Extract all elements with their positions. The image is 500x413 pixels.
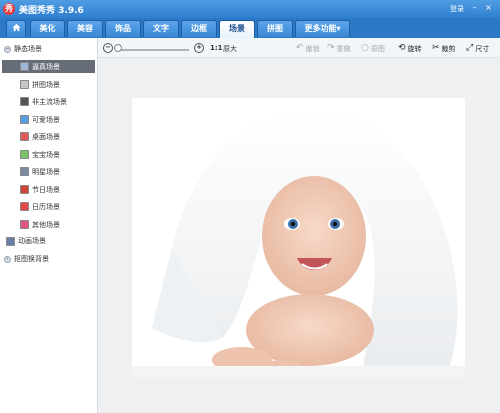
- sidebar-item-festival[interactable]: 节日场景: [20, 183, 96, 196]
- undo-label: 撤销: [305, 44, 320, 53]
- rotate-icon: ⟲: [398, 43, 406, 53]
- sidebar-item-label: 日历场景: [32, 202, 60, 211]
- redo-button[interactable]: ↷ 重做: [327, 43, 351, 54]
- undo-button[interactable]: ↶ 撤销: [296, 43, 320, 54]
- crop-label: 裁剪: [441, 44, 456, 53]
- rotate-button[interactable]: ⟲ 旋转: [398, 43, 422, 54]
- tab-scene[interactable]: 场景: [219, 20, 255, 38]
- original-size-button[interactable]: 原大: [223, 44, 237, 54]
- sidebar-item-cute[interactable]: 可爱场景: [20, 113, 96, 126]
- undo-icon: ↶: [296, 43, 304, 53]
- tab-text[interactable]: 文字: [143, 20, 179, 37]
- cute-scene-icon: [20, 115, 29, 124]
- resize-label: 尺寸: [475, 44, 490, 53]
- sidebar-item-label: 拼图场景: [32, 80, 60, 89]
- realistic-scene-icon: [20, 62, 29, 71]
- tab-beautify[interactable]: 美化: [30, 20, 65, 37]
- main-tab-bar: 美化 美容 饰品 文字 边框 场景 拼图 更多功能▾: [0, 18, 500, 38]
- sidebar-item-realistic[interactable]: 逼真场景: [2, 60, 95, 73]
- sidebar-item-baby[interactable]: 宝宝场景: [20, 148, 96, 161]
- editing-canvas: [98, 58, 500, 413]
- baby-photo-illustration: [132, 98, 465, 378]
- group-label: 动画场景: [18, 237, 46, 245]
- sidebar-item-nonmainstream[interactable]: 非主流场景: [20, 95, 96, 108]
- group-label: 抠图换背景: [14, 255, 49, 263]
- resize-button[interactable]: ⤢ 尺寸: [466, 43, 489, 54]
- sidebar-item-label: 非主流场景: [32, 97, 67, 106]
- sidebar-item-desktop[interactable]: 桌面场景: [20, 130, 96, 143]
- sidebar-item-label: 逼真场景: [32, 62, 60, 71]
- zoom-slider-handle[interactable]: [114, 44, 122, 52]
- sidebar-item-other[interactable]: 其他场景: [20, 218, 96, 231]
- group-static-scenes[interactable]: − 静态场景: [4, 44, 42, 54]
- scene-sidebar: − 静态场景 逼真场景 拼图场景 非主流场景 可爱场景 桌面场景 宝宝场景 明星…: [0, 38, 98, 413]
- sidebar-item-label: 宝宝场景: [32, 150, 60, 159]
- sidebar-item-label: 可爱场景: [32, 115, 60, 124]
- sidebar-item-label: 桌面场景: [32, 132, 60, 141]
- resize-icon: ⤢: [466, 43, 474, 53]
- tab-more-functions[interactable]: 更多功能▾: [295, 20, 350, 37]
- sidebar-item-label: 明星场景: [32, 167, 60, 176]
- minimize-icon[interactable]: –: [470, 3, 479, 12]
- group-animated-scenes[interactable]: 动画场景: [6, 236, 46, 246]
- sidebar-item-collage[interactable]: 拼图场景: [20, 78, 96, 91]
- redo-label: 重做: [336, 44, 351, 53]
- redo-icon: ↷: [327, 43, 335, 53]
- group-label: 静态场景: [14, 45, 42, 53]
- actual-size-ratio[interactable]: 1:1: [210, 44, 223, 52]
- festival-scene-icon: [20, 185, 29, 194]
- other-scene-icon: [20, 220, 29, 229]
- zoom-in-icon[interactable]: +: [194, 43, 204, 53]
- tab-beauty[interactable]: 美容: [67, 20, 103, 37]
- crop-icon: ✂: [432, 43, 440, 53]
- app-logo-icon: 秀: [3, 3, 15, 15]
- sidebar-item-calendar[interactable]: 日历场景: [20, 200, 96, 213]
- app-title: 美图秀秀 3.9.6: [19, 6, 84, 16]
- login-link[interactable]: 登录: [450, 4, 464, 14]
- tab-frame[interactable]: 边框: [181, 20, 217, 37]
- sidebar-item-label: 节日场景: [32, 185, 60, 194]
- close-icon[interactable]: ×: [484, 3, 493, 12]
- tab-accessories[interactable]: 饰品: [105, 20, 141, 37]
- home-icon: [11, 23, 21, 32]
- collapse-icon[interactable]: −: [4, 45, 11, 53]
- nonmainstream-scene-icon: [20, 97, 29, 106]
- collage-scene-icon: [20, 80, 29, 89]
- group-cutout-background[interactable]: › 抠图换背景: [4, 254, 49, 264]
- image-toolbar: − + 1:1 原大 ↶ 撤销 ↷ 重做 ○ 原图 ⟲ 旋转 ✂ 裁剪 ⤢ 尺寸: [98, 38, 500, 58]
- original-image-label: 原图: [370, 44, 385, 53]
- animated-scene-icon: [6, 236, 15, 246]
- sidebar-item-label: 其他场景: [32, 220, 60, 229]
- sidebar-item-star[interactable]: 明星场景: [20, 165, 96, 178]
- zoom-slider-track[interactable]: [115, 49, 189, 51]
- baby-photo[interactable]: [132, 98, 465, 378]
- baby-scene-icon: [20, 150, 29, 159]
- window-controls: – ×: [470, 3, 493, 12]
- desktop-scene-icon: [20, 132, 29, 141]
- zoom-out-icon[interactable]: −: [103, 43, 113, 53]
- tab-collage[interactable]: 拼图: [257, 20, 293, 37]
- tab-home[interactable]: [6, 20, 26, 37]
- star-scene-icon: [20, 167, 29, 176]
- expand-icon[interactable]: ›: [4, 255, 11, 263]
- crop-button[interactable]: ✂ 裁剪: [432, 43, 456, 54]
- calendar-scene-icon: [20, 202, 29, 211]
- title-bar: 秀 美图秀秀 3.9.6 登录 – ×: [0, 0, 500, 18]
- original-image-button[interactable]: ○ 原图: [361, 43, 385, 54]
- original-image-icon: ○: [361, 43, 369, 53]
- rotate-label: 旋转: [407, 44, 422, 53]
